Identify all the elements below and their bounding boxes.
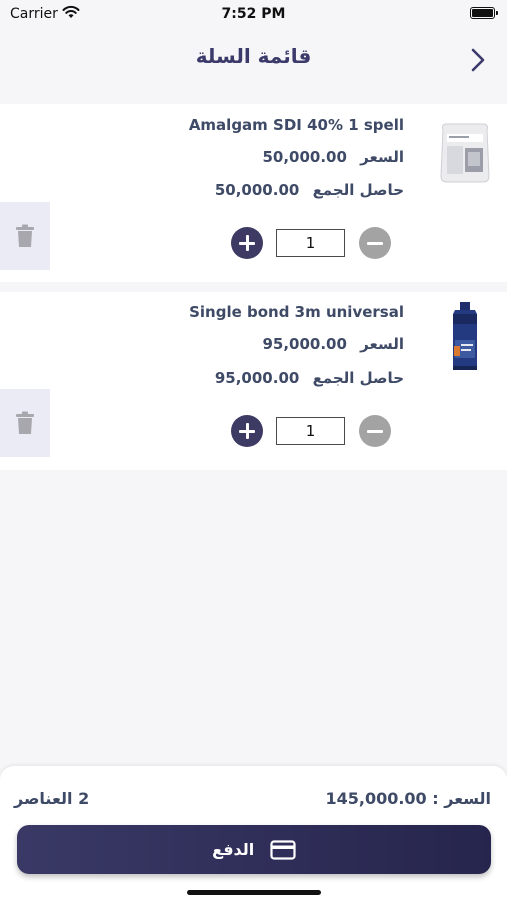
price-value: 50,000.00 xyxy=(262,148,347,166)
chevron-right-icon[interactable] xyxy=(467,46,489,74)
item-price: السعر 95,000.00 xyxy=(254,335,404,353)
total-label: حاصل الجمع xyxy=(312,181,404,199)
credit-card-icon xyxy=(270,839,296,860)
cart-summary-footer: 2 العناصر السعر : 145,000.00 الدفع xyxy=(0,766,507,900)
quantity-input[interactable] xyxy=(276,417,345,445)
price-label: السعر xyxy=(360,148,404,166)
item-price: السعر 50,000.00 xyxy=(254,148,404,166)
price-label: السعر xyxy=(360,335,404,353)
cart-item: Single bond 3m universal السعر 95,000.00… xyxy=(0,292,507,470)
pay-button-label: الدفع xyxy=(212,840,255,859)
item-count: 2 العناصر xyxy=(14,789,89,808)
cart-item: Amalgam SDI 40% 1 spell السعر 50,000.00 … xyxy=(0,104,507,282)
increase-quantity-button[interactable] xyxy=(231,227,263,259)
item-count-label: العناصر xyxy=(14,789,73,808)
item-total: حاصل الجمع 50,000.00 xyxy=(207,181,404,199)
cart-total: السعر : 145,000.00 xyxy=(325,789,491,808)
decrease-quantity-button[interactable] xyxy=(359,415,391,447)
amalgam-package-image xyxy=(437,114,493,188)
bond-bottle-image xyxy=(437,300,493,374)
total-value: 50,000.00 xyxy=(214,181,300,199)
item-total: حاصل الجمع 95,000.00 xyxy=(207,369,404,387)
cart-total-value: 145,000.00 xyxy=(325,789,427,808)
price-value: 95,000.00 xyxy=(262,335,347,353)
item-name: Amalgam SDI 40% 1 spell xyxy=(188,116,404,134)
status-time: 7:52 PM xyxy=(221,6,286,22)
cart-total-label: السعر : xyxy=(432,789,491,808)
home-indicator xyxy=(187,890,321,895)
delete-button[interactable] xyxy=(0,202,50,270)
increase-quantity-button[interactable] xyxy=(231,415,263,447)
delete-button[interactable] xyxy=(0,389,50,457)
status-bar: Carrier 7:52 PM xyxy=(0,0,507,28)
battery-icon xyxy=(470,7,498,19)
pay-button-content: الدفع xyxy=(17,839,491,860)
item-count-value: 2 xyxy=(78,789,90,808)
item-name: Single bond 3m universal xyxy=(189,303,404,321)
navigation-bar: قائمة السلة xyxy=(0,28,507,88)
total-label: حاصل الجمع xyxy=(312,369,404,387)
decrease-quantity-button[interactable] xyxy=(359,227,391,259)
trash-icon xyxy=(16,224,34,247)
trash-icon xyxy=(16,411,34,434)
page-title: قائمة السلة xyxy=(195,44,312,68)
total-value: 95,000.00 xyxy=(214,369,300,387)
quantity-input[interactable] xyxy=(276,229,345,257)
pay-button[interactable]: الدفع xyxy=(17,825,491,874)
